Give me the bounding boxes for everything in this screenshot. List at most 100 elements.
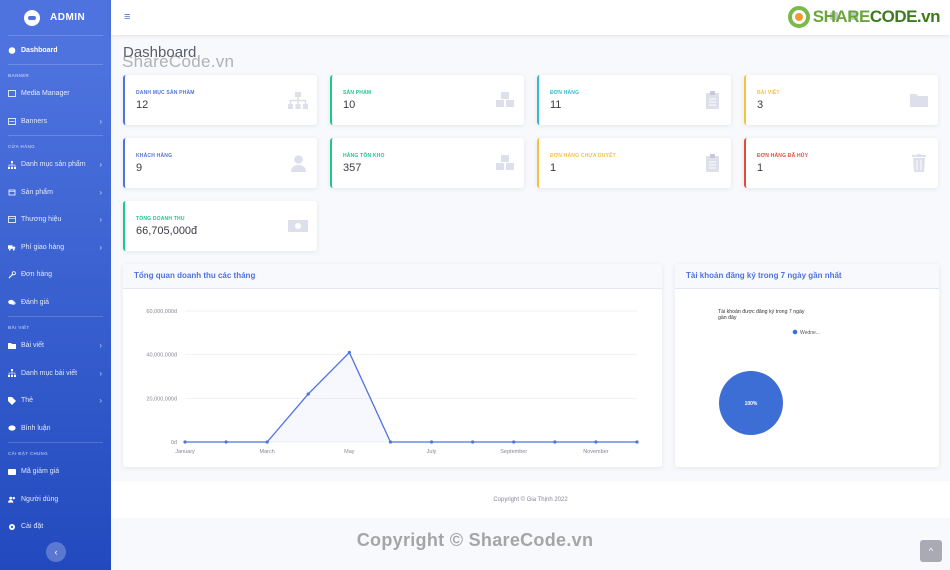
stat-title: ĐƠN HÀNG xyxy=(550,90,580,96)
sidebar-item-label: Sản phẩm xyxy=(21,188,53,196)
pie-title-line: gần đây xyxy=(718,315,737,321)
sidebar-item-posts[interactable]: Bài viết › xyxy=(0,332,111,360)
x-tick-label: March xyxy=(260,449,275,455)
cubes-icon xyxy=(495,153,515,173)
sidebar-heading-posts: BÀI VIẾT xyxy=(8,325,30,330)
truck-icon xyxy=(8,243,16,251)
chevron-right-icon: › xyxy=(99,396,102,406)
stat-card-products[interactable]: SẢN PHẨM 10 xyxy=(330,75,524,125)
stat-card-inventory[interactable]: HÀNG TỒN KHO 357 xyxy=(330,138,524,188)
data-point xyxy=(265,440,269,444)
sidebar-item-banners[interactable]: Banners › xyxy=(0,108,111,136)
sidebar-item-media-manager[interactable]: Media Manager xyxy=(0,80,111,108)
banner-icon xyxy=(8,117,16,125)
stat-title: TỔNG DOANH THU xyxy=(136,216,185,222)
sidebar-item-label: Bài viết xyxy=(21,342,44,350)
sidebar-item-label: Phí giao hàng xyxy=(21,243,65,251)
sidebar-item-label: Banners xyxy=(21,117,48,125)
stat-title: BÀI VIẾT xyxy=(757,90,780,96)
stat-card-orders[interactable]: ĐƠN HÀNG 11 xyxy=(537,75,731,125)
data-point xyxy=(429,440,434,444)
stat-card-customers[interactable]: KHÁCH HÀNG 9 xyxy=(123,138,317,188)
revenue-area-chart: 0đ 20,000,000đ 40,000,000đ 60,000,000đ Janua… xyxy=(146,309,639,455)
revenue-chart-card: Tổng quan doanh thu các tháng 0đ 20,000,0… xyxy=(123,264,662,467)
sidebar-item-label: Danh mục sản phẩm xyxy=(21,161,86,169)
table-icon xyxy=(8,216,16,224)
sidebar-item-tags[interactable]: Thẻ › xyxy=(0,387,111,415)
legend-label: Wedne... xyxy=(800,330,820,336)
watermark-logo-icon xyxy=(787,6,810,28)
stat-title: ĐƠN HÀNG ĐÃ HỦY xyxy=(757,153,809,159)
stat-title: KHÁCH HÀNG xyxy=(136,153,173,159)
stat-value: 66,705,000đ xyxy=(136,225,198,237)
sidebar-item-reviews[interactable]: Đánh giá xyxy=(0,289,111,317)
legend-marker xyxy=(792,329,798,335)
topbar: ≡ SHARECODE.vn xyxy=(111,0,950,35)
sidebar: ADMIN Dashboard BANNER Media Manager Ban… xyxy=(0,0,111,570)
data-point xyxy=(306,392,310,396)
stat-card-product-categories[interactable]: DANH MỤC SẢN PHẨM 12 xyxy=(123,75,317,125)
data-point xyxy=(183,440,187,444)
pie-title: Tài khoản được đăng ký trong 7 ngày gần đ… xyxy=(718,309,805,321)
stat-card-posts[interactable]: BÀI VIẾT 3 xyxy=(744,75,938,125)
sidebar-item-label: Media Manager xyxy=(21,90,70,98)
brand-logo-icon xyxy=(24,9,40,26)
sitemap-icon xyxy=(8,160,16,169)
stat-value: 357 xyxy=(343,162,362,174)
stat-title: ĐƠN HÀNG CHƯA DUYỆT xyxy=(550,153,616,159)
comments-icon xyxy=(8,298,16,306)
data-point xyxy=(471,440,475,444)
sidebar-item-coupons[interactable]: Mã giảm giá xyxy=(0,458,111,486)
chevron-right-icon: › xyxy=(99,116,102,126)
stat-value: 1 xyxy=(550,162,557,174)
x-tick-label: May xyxy=(344,449,355,455)
brand-name: ADMIN xyxy=(50,12,86,23)
y-tick-label: 0đ xyxy=(171,440,178,446)
data-point xyxy=(512,440,516,444)
ticket-icon xyxy=(8,468,16,476)
stat-value: 3 xyxy=(757,99,764,111)
x-tick-label: September xyxy=(500,449,527,455)
data-point xyxy=(635,440,639,444)
sidebar-item-post-categories[interactable]: Danh mục bài viết › xyxy=(0,360,111,388)
sidebar-item-users[interactable]: Người dùng xyxy=(0,486,111,514)
sidebar-item-label: Đánh giá xyxy=(21,298,50,306)
data-point xyxy=(594,440,598,444)
sidebar-item-orders[interactable]: Đơn hàng xyxy=(0,261,111,289)
sidebar-item-label: Bình luận xyxy=(21,424,51,432)
stat-card-total-revenue[interactable]: TỔNG DOANH THU 66,705,000đ xyxy=(123,201,317,251)
sidebar-brand[interactable]: ADMIN xyxy=(0,0,111,35)
user-icon xyxy=(288,153,308,173)
folder-icon xyxy=(8,342,16,350)
sitemap-icon xyxy=(288,90,308,110)
data-point xyxy=(347,350,351,355)
x-tick-label: January xyxy=(175,449,195,455)
x-tick-label: July xyxy=(427,449,437,455)
chevron-right-icon: › xyxy=(99,242,102,252)
data-point xyxy=(553,440,557,444)
stat-card-cancelled-orders[interactable]: ĐƠN HÀNG ĐÃ HỦY 1 xyxy=(744,138,938,188)
sidebar-item-shipping-fee[interactable]: Phí giao hàng › xyxy=(0,234,111,262)
sidebar-item-product-categories[interactable]: Danh mục sản phẩm › xyxy=(0,151,111,179)
stat-card-pending-orders[interactable]: ĐƠN HÀNG CHƯA DUYỆT 1 xyxy=(537,138,731,188)
image-icon xyxy=(8,90,16,98)
series-line xyxy=(185,351,637,443)
y-tick-label: 60,000,000đ xyxy=(146,309,178,315)
sidebar-item-label: Mã giảm giá xyxy=(21,468,60,476)
scroll-to-top-button[interactable]: ^ xyxy=(920,540,942,562)
sidebar-item-label: Danh mục bài viết xyxy=(21,369,78,377)
sidebar-item-label: Thẻ xyxy=(21,397,34,405)
sidebar-item-comments[interactable]: Bình luận xyxy=(0,415,111,443)
pie-data-label: 100% xyxy=(745,401,758,407)
stat-value: 12 xyxy=(136,99,149,111)
clipboard-icon xyxy=(702,90,722,110)
menu-toggle-icon[interactable]: ≡ xyxy=(124,11,130,23)
sidebar-item-products[interactable]: Sản phẩm › xyxy=(0,179,111,207)
footer: Copyright © Gia Thịnh 2022 xyxy=(111,481,950,518)
sidebar-item-brands[interactable]: Thương hiệu › xyxy=(0,206,111,234)
chevron-right-icon: › xyxy=(99,187,102,197)
data-point xyxy=(388,440,393,444)
sidebar-item-dashboard[interactable]: Dashboard xyxy=(0,36,111,64)
folder-icon xyxy=(909,90,929,110)
sidebar-item-label: Thương hiệu xyxy=(21,216,62,224)
